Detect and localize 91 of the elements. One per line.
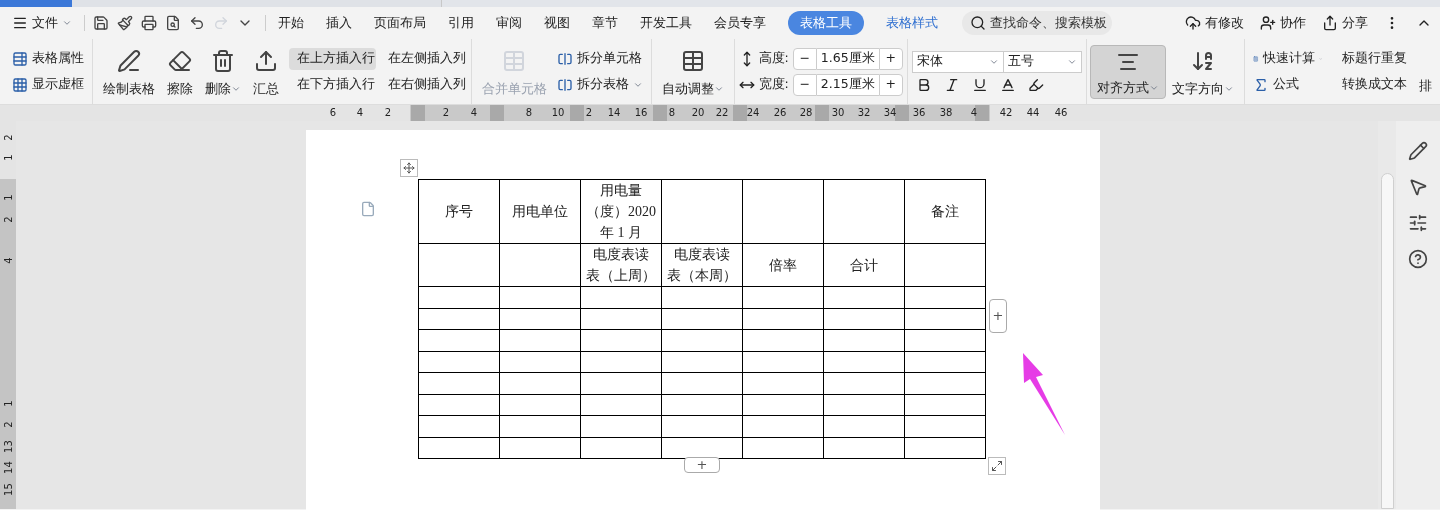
ruler-label: 2 [384, 106, 392, 120]
table-cell: 合计 [823, 243, 905, 287]
ribbon-button[interactable]: 文字方向 [1166, 44, 1241, 99]
menu-tab[interactable]: 会员专享 [714, 13, 766, 33]
field-label: 高度: [758, 49, 789, 68]
ruler-label: 14 [607, 106, 621, 120]
ruler-label: 2 [442, 106, 450, 120]
ribbon-button[interactable]: 标题行重复 [1334, 47, 1411, 70]
add-column-button[interactable]: + [989, 299, 1007, 333]
ribbon-label: 排 [1419, 77, 1432, 96]
decrease-button[interactable]: − [792, 73, 817, 96]
ruler-label: 42 [999, 106, 1013, 120]
menu-tab[interactable]: 开发工具 [640, 13, 692, 33]
decrease-button[interactable]: − [792, 47, 817, 70]
ruler-label: 8 [525, 106, 533, 120]
field-label: 宽度: [758, 75, 789, 94]
menu-tab[interactable]: 表格工具 [788, 11, 864, 35]
size-field[interactable]: 2.15厘米 [816, 73, 879, 96]
ribbon-button[interactable]: 绘制表格 [96, 44, 161, 99]
menu-tab[interactable]: 审阅 [496, 13, 522, 33]
ribbon-button[interactable]: 对齐方式 [1090, 44, 1167, 99]
ruler-label: 1 [1, 193, 15, 203]
ribbon-button[interactable]: 汇总 [246, 44, 285, 99]
ribbon-button[interactable]: 显示虚框 [8, 73, 88, 96]
ruler-label: 4 [470, 106, 478, 120]
ruler-label: 2 [585, 106, 593, 120]
size-field[interactable]: 1.65厘米 [816, 47, 879, 70]
ruler-label: 14 [1, 460, 15, 476]
ruler-label: 1 [1, 399, 15, 409]
ruler-label: 16 [634, 106, 648, 120]
table-cell: 用电量 （度）2020 年 1 月 [580, 179, 662, 244]
ruler-label: 4 [1, 256, 15, 266]
ribbon-button[interactable]: 在上方插入行 [288, 47, 376, 70]
ruler-label: 10 [551, 106, 565, 120]
table-cell: 用电单位 [499, 179, 581, 244]
ruler-label: 2 [1, 215, 15, 225]
ruler-label: 44 [1026, 106, 1040, 120]
font-dropdown[interactable]: 宋体 [911, 50, 1004, 73]
table-cell: 电度表读 表（本周） [661, 243, 743, 287]
menu-tab[interactable]: 插入 [326, 13, 352, 33]
menu-tab[interactable]: 视图 [544, 13, 570, 33]
ribbon-button[interactable]: 在下方插入行 [288, 73, 376, 96]
ruler-label: 2 [1, 133, 15, 143]
ribbon-button[interactable]: 拆分表格 [552, 73, 647, 96]
ribbon-button[interactable]: 删除 [198, 44, 247, 99]
increase-button[interactable]: + [878, 47, 903, 70]
ruler-label: 4 [970, 106, 978, 120]
ribbon-button[interactable]: 在右侧插入列 [379, 73, 468, 96]
ribbon-button[interactable]: 转换成文本 [1334, 73, 1411, 96]
ribbon-button[interactable]: 快速计算 [1249, 47, 1327, 70]
menu-tab[interactable]: 表格样式 [886, 13, 938, 33]
ruler-label: 22 [715, 106, 729, 120]
table-cell: 电度表读 表（上周） [580, 243, 662, 287]
table-cell: 备注 [904, 179, 986, 244]
ruler-label: 28 [799, 106, 813, 120]
ruler-label: 36 [912, 106, 926, 120]
add-row-button[interactable]: + [684, 457, 720, 473]
ruler-label: 34 [883, 106, 897, 120]
toolbar-button[interactable]: 分享 [1322, 13, 1368, 33]
ruler-label: 46 [1054, 106, 1068, 120]
ruler-label: 20 [691, 106, 705, 120]
font-size-dropdown[interactable]: 五号 [1003, 50, 1082, 73]
ruler-label: 8 [668, 106, 676, 120]
ribbon-button[interactable]: 自动调整 [655, 44, 730, 99]
increase-button[interactable]: + [878, 73, 903, 96]
toolbar-button[interactable]: 有修改 [1185, 13, 1244, 33]
ruler-label: 13 [1, 439, 15, 455]
ruler-label: 4 [356, 106, 364, 120]
ruler-label: 38 [939, 106, 953, 120]
ruler-label: 1 [1, 153, 15, 163]
ruler-label: 2 [1, 420, 15, 430]
ruler-label: 6 [329, 106, 337, 120]
menu-tab[interactable]: 开始 [278, 13, 304, 33]
menu-tab[interactable]: 引用 [448, 13, 474, 33]
ruler-label: 24 [746, 106, 760, 120]
ruler-label: 15 [1, 482, 15, 498]
ribbon-button[interactable]: 擦除 [160, 44, 199, 99]
search-field[interactable]: 查找命令、搜索模板 [962, 11, 1112, 35]
ribbon-button[interactable]: 表格属性 [8, 47, 88, 70]
toolbar-button[interactable]: 协作 [1260, 13, 1306, 33]
table-cell: 序号 [418, 179, 500, 244]
ruler-label: 30 [831, 106, 845, 120]
ribbon-button[interactable]: 在左侧插入列 [379, 47, 468, 70]
menu-tab[interactable]: 页面布局 [374, 13, 426, 33]
ribbon-button[interactable]: 公式 [1249, 73, 1327, 96]
ruler-label: 32 [857, 106, 871, 120]
table-cell: 倍率 [742, 243, 824, 287]
ruler-label: 26 [773, 106, 787, 120]
file-menu[interactable]: 文件 [8, 13, 76, 33]
menu-tab[interactable]: 章节 [592, 13, 618, 33]
ribbon-button[interactable]: 拆分单元格 [552, 47, 647, 70]
